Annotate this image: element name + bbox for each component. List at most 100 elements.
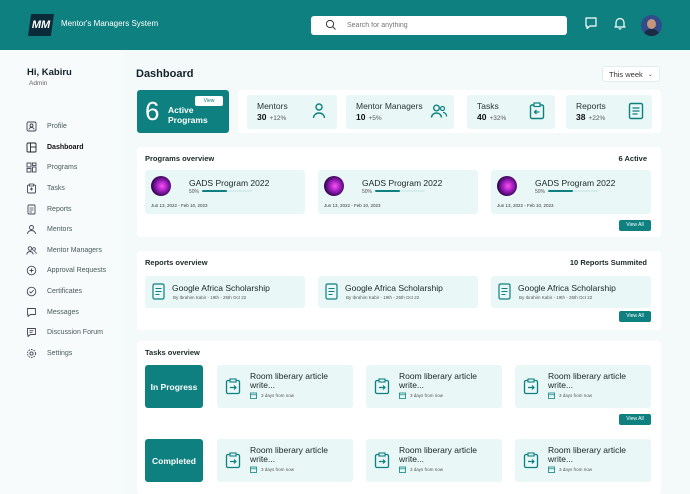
program-percent: 50%: [535, 189, 546, 195]
view-all-programs-button[interactable]: View All: [619, 220, 651, 231]
search-input[interactable]: [347, 18, 557, 33]
avatar-face: [647, 19, 656, 29]
sidebar-item-mentor-managers[interactable]: Mentor Managers: [25, 243, 121, 257]
stat-title: Reports: [576, 101, 606, 111]
sidebar-item-label: Mentors: [47, 225, 73, 233]
reports-icon: [25, 203, 37, 215]
task-due: 3 days from now: [250, 466, 294, 473]
program-name: GADS Program 2022: [535, 178, 616, 188]
sidebar-item-approval-requests[interactable]: Approval Requests: [25, 263, 121, 277]
stat-title: Mentors: [257, 101, 288, 111]
sidebar-item-settings[interactable]: Settings: [25, 346, 121, 360]
progress-bar: [548, 190, 598, 192]
view-all-tasks-button[interactable]: View All: [619, 414, 651, 425]
program-dates: Jun 13, 2022 - Feb 10, 2023: [497, 203, 554, 208]
task-card[interactable]: Room liberary article write... 3 days fr…: [366, 439, 502, 482]
sidebar-item-label: Approval Requests: [47, 266, 107, 274]
active-count: 6 Active: [618, 154, 648, 163]
calendar-icon: [399, 466, 406, 473]
page-title: Dashboard: [136, 68, 194, 80]
program-name: GADS Program 2022: [189, 178, 270, 188]
report-name: Google Africa Scholarship: [345, 283, 443, 293]
sidebar-item-messages[interactable]: Messages: [25, 305, 121, 319]
bell-icon[interactable]: [613, 16, 627, 30]
program-logo: [497, 176, 517, 196]
task-card[interactable]: Room liberary article write... 3 days fr…: [217, 365, 353, 408]
task-clipboard-icon: [374, 378, 390, 395]
stat-title: Mentor Managers: [356, 101, 423, 111]
sidebar-item-reports[interactable]: Reports: [25, 202, 121, 216]
report-doc-icon: [325, 283, 338, 300]
sidebar-item-label: Certificates: [47, 287, 83, 295]
mentor-managers-icon: [430, 104, 448, 118]
task-clipboard-icon: [523, 452, 539, 469]
task-card[interactable]: Room liberary article write... 3 days fr…: [366, 365, 502, 408]
sidebar-item-programs[interactable]: Programs: [25, 160, 121, 174]
report-doc-icon: [498, 283, 511, 300]
stat-card-tasks[interactable]: Tasks 40 +32%: [467, 95, 555, 129]
sidebar-item-mentors[interactable]: Mentors: [25, 222, 121, 236]
active-programs-count: 6: [145, 96, 160, 126]
sidebar-item-certificates[interactable]: Certificates: [25, 284, 121, 298]
messages-icon: [25, 306, 37, 318]
stat-card-mentors[interactable]: Mentors 30 +12%: [247, 95, 337, 129]
sidebar-item-discussion-forum[interactable]: Discussion Forum: [25, 325, 121, 339]
search-icon: [325, 19, 336, 30]
app-logo[interactable]: MM: [28, 14, 54, 36]
section-title: Programs overview: [145, 154, 215, 163]
sidebar-item-profile[interactable]: Profile: [25, 119, 121, 133]
report-card[interactable]: Google Africa Scholarship By Ibrahim Kab…: [491, 276, 651, 308]
task-card[interactable]: Room liberary article write... 3 days fr…: [217, 439, 353, 482]
progress-fill: [375, 190, 400, 192]
task-name: Room liberary article write...: [548, 371, 626, 390]
sidebar-item-dashboard[interactable]: Dashboard: [25, 140, 121, 154]
stat-value: 38 +22%: [576, 112, 606, 122]
sidebar-item-label: Messages: [47, 308, 79, 316]
stat-value: 30 +12%: [257, 112, 287, 122]
stat-card-reports[interactable]: Reports 38 +22%: [566, 95, 652, 129]
task-name: Room liberary article write...: [250, 445, 328, 464]
report-card[interactable]: Google Africa Scholarship By Ibrahim Kab…: [145, 276, 305, 308]
settings-icon: [25, 347, 37, 359]
in-progress-label[interactable]: In Progress: [145, 365, 203, 408]
task-due: 3 days from now: [250, 392, 294, 399]
app-title: Mentor's Managers System: [61, 19, 159, 28]
progress-fill: [202, 190, 227, 192]
task-clipboard-icon: [374, 452, 390, 469]
period-select[interactable]: This week ⌄: [602, 66, 660, 82]
active-programs-card: 6 Active Programs View: [137, 90, 229, 133]
search-box[interactable]: [311, 16, 567, 35]
program-dates: Jun 13, 2022 - Feb 10, 2023: [324, 203, 381, 208]
report-meta: By Ibrahim Kabir - 19th - 25th Oct 22: [346, 295, 420, 300]
task-card[interactable]: Room liberary article write... 3 days fr…: [515, 439, 651, 482]
program-card[interactable]: GADS Program 2022 50% Jun 13, 2022 - Feb…: [318, 170, 478, 214]
sidebar-item-label: Profile: [47, 122, 67, 130]
program-logo: [151, 176, 171, 196]
program-card[interactable]: GADS Program 2022 50% Jun 13, 2022 - Feb…: [491, 170, 651, 214]
sidebar-item-label: Discussion Forum: [47, 328, 104, 336]
sidebar-item-label: Tasks: [47, 184, 65, 192]
active-programs-label: Active Programs: [168, 105, 208, 125]
program-card[interactable]: GADS Program 2022 50% Jun 13, 2022 - Feb…: [145, 170, 305, 214]
task-due: 3 days from now: [399, 392, 443, 399]
sidebar-item-tasks[interactable]: Tasks: [25, 181, 121, 195]
stat-value: 10 +5%: [356, 112, 382, 122]
program-dates: Jun 13, 2022 - Feb 10, 2023: [151, 203, 208, 208]
stat-card-mentor-managers[interactable]: Mentor Managers 10 +5%: [346, 95, 454, 129]
program-percent: 50%: [362, 189, 373, 195]
report-meta: By Ibrahim Kabir - 19th - 25th Oct 22: [173, 295, 247, 300]
completed-label[interactable]: Completed: [145, 439, 203, 482]
sidebar-item-label: Mentor Managers: [47, 246, 102, 254]
sidebar-item-label: Settings: [47, 349, 73, 357]
task-card[interactable]: Room liberary article write... 3 days fr…: [515, 365, 651, 408]
report-card[interactable]: Google Africa Scholarship By Ibrahim Kab…: [318, 276, 478, 308]
user-avatar[interactable]: [641, 15, 662, 36]
view-all-reports-button[interactable]: View All: [619, 311, 651, 322]
task-name: Room liberary article write...: [250, 371, 328, 390]
view-programs-button[interactable]: View: [195, 96, 223, 106]
mentor-managers-icon: [25, 244, 37, 256]
sidebar-item-label: Dashboard: [47, 143, 84, 151]
progress-bar: [202, 190, 252, 192]
report-icon: [628, 102, 644, 120]
chat-icon[interactable]: [584, 16, 598, 30]
